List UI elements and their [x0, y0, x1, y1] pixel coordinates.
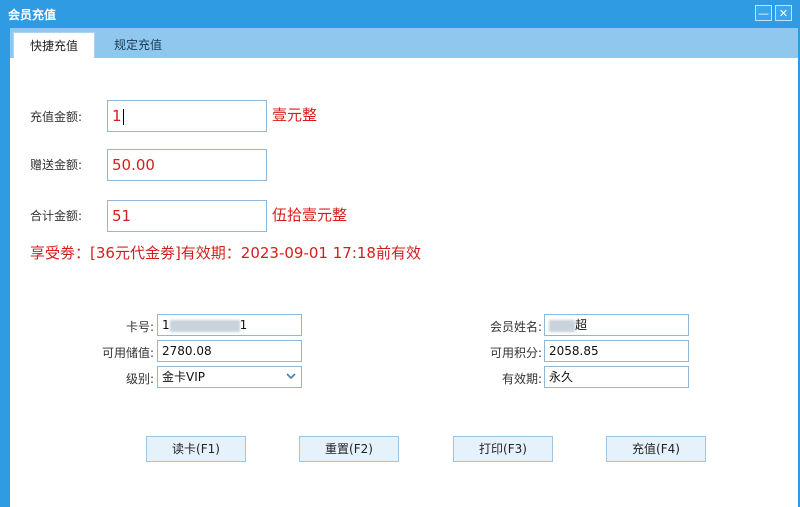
- card-number-label: 卡号:: [125, 320, 154, 334]
- read-card-button[interactable]: 读卡(F1): [146, 436, 246, 462]
- recharge-amount-words: 壹元整: [272, 106, 318, 124]
- total-amount-label: 合计金额:: [30, 209, 83, 223]
- text-caret: [122, 108, 124, 125]
- coupon-info: 享受劵：[36元代金劵]有效期：2023-09-01 17:18前有效: [30, 244, 421, 262]
- recharge-button[interactable]: 充值(F4): [606, 436, 706, 462]
- card-number-input[interactable]: 11: [157, 314, 302, 336]
- total-amount-words: 伍拾壹元整: [272, 206, 348, 224]
- card-number-prefix: 1: [162, 318, 170, 332]
- tab-fixed-recharge[interactable]: 规定充值: [98, 32, 178, 58]
- member-name-suffix: 超: [575, 318, 588, 332]
- member-name-label: 会员姓名:: [489, 320, 542, 334]
- expiry-input[interactable]: 永久: [544, 366, 689, 388]
- print-button[interactable]: 打印(F3): [453, 436, 553, 462]
- reset-button[interactable]: 重置(F2): [299, 436, 399, 462]
- points-input[interactable]: 2058.85: [544, 340, 689, 362]
- points-label: 可用积分:: [489, 346, 542, 360]
- tab-quick-recharge[interactable]: 快捷充值: [13, 32, 96, 59]
- quick-recharge-panel: 充值金额: 1 壹元整 赠送金额: 50.00 合计金额: 51 伍拾壹元整 享…: [10, 58, 798, 286]
- minimize-button[interactable]: —: [755, 5, 772, 21]
- balance-input[interactable]: 2780.08: [157, 340, 302, 362]
- title-bar: 会员充值 — ✕: [0, 0, 800, 28]
- gift-amount-label: 赠送金额:: [30, 158, 83, 172]
- window-title: 会员充值: [8, 8, 57, 22]
- masked-text: [169, 319, 240, 332]
- gift-amount-input[interactable]: 50.00: [107, 149, 267, 181]
- chevron-down-icon: [286, 373, 296, 380]
- total-amount-input[interactable]: 51: [107, 200, 267, 232]
- level-label: 级别:: [125, 372, 154, 386]
- member-name-input[interactable]: 超: [544, 314, 689, 336]
- close-button[interactable]: ✕: [775, 5, 792, 21]
- recharge-amount-label: 充值金额:: [30, 110, 83, 124]
- level-value: 金卡VIP: [162, 370, 205, 384]
- recharge-amount-input[interactable]: 1: [107, 100, 267, 132]
- card-number-suffix: 1: [239, 318, 248, 332]
- masked-text: [549, 319, 575, 332]
- recharge-amount-value: 1: [112, 107, 122, 125]
- tab-strip: 快捷充值 规定充值: [10, 28, 798, 59]
- recharge-window: 会员充值 — ✕ 快捷充值 规定充值 充值金额: 1 壹元整 赠送金额: 50.…: [0, 0, 800, 507]
- balance-label: 可用储值:: [101, 346, 154, 360]
- level-select[interactable]: 金卡VIP: [157, 366, 302, 388]
- member-info-panel: 卡号: 11 可用储值: 2780.08 级别: 金卡VIP 会员姓名: 超 可…: [10, 286, 798, 507]
- expiry-label: 有效期:: [501, 372, 542, 386]
